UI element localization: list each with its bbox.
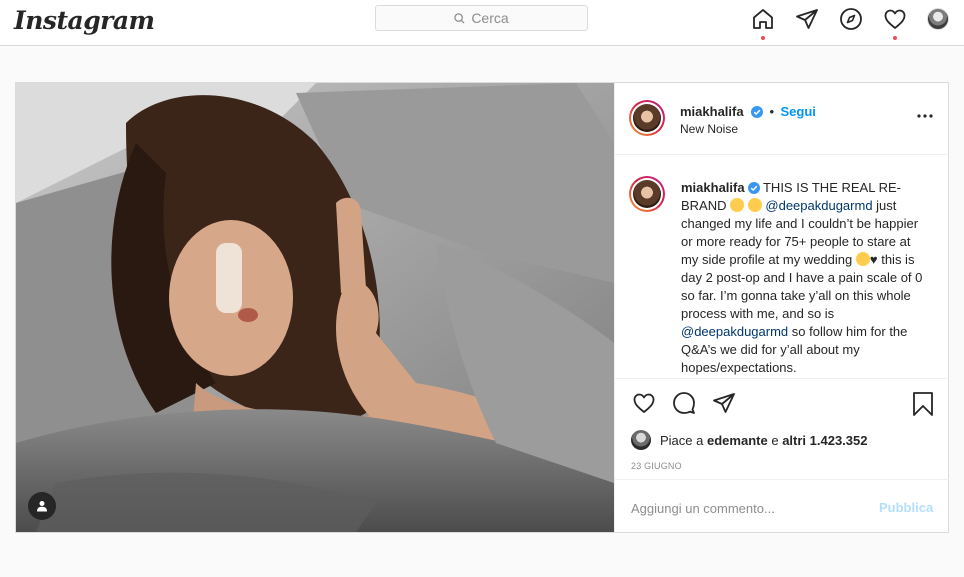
verified-badge-icon bbox=[751, 106, 764, 118]
like-heart-icon[interactable] bbox=[631, 391, 657, 415]
explore-icon[interactable] bbox=[839, 7, 863, 31]
caption-mention[interactable]: @deepakdugarmd bbox=[765, 198, 872, 213]
crying-face-emoji-icon bbox=[730, 198, 745, 212]
instagram-logo[interactable]: Instagram bbox=[14, 6, 155, 35]
post-location[interactable]: New Noise bbox=[680, 122, 738, 136]
home-icon[interactable] bbox=[751, 7, 775, 31]
publish-comment-button[interactable]: Pubblica bbox=[879, 500, 933, 515]
author-username[interactable]: miakhalifa bbox=[680, 104, 744, 119]
comment-icon[interactable] bbox=[671, 391, 697, 415]
activity-notification-dot bbox=[893, 36, 897, 40]
follow-button[interactable]: Segui bbox=[781, 104, 816, 119]
post-header: miakhalifa • Segui New Noise bbox=[615, 83, 949, 155]
caption-username[interactable]: miakhalifa bbox=[681, 180, 745, 195]
likes-count-link[interactable]: altri 1.423.352 bbox=[782, 433, 867, 448]
likes-middle: e bbox=[771, 432, 779, 448]
likes-prefix: Piace a bbox=[660, 432, 704, 448]
verified-badge-icon bbox=[747, 182, 760, 194]
share-icon[interactable] bbox=[711, 391, 737, 415]
save-bookmark-icon[interactable] bbox=[911, 391, 935, 417]
home-notification-dot bbox=[761, 36, 765, 40]
liker-avatar[interactable] bbox=[631, 430, 651, 450]
post-image[interactable] bbox=[16, 83, 614, 532]
caption-author-avatar[interactable] bbox=[629, 176, 665, 212]
post-card: miakhalifa • Segui New Noise miakhalifa bbox=[15, 82, 949, 533]
caption-scroll-area[interactable]: miakhalifa THIS IS THE REAL RE-BRAND @de… bbox=[615, 155, 949, 377]
post-photo-illustration bbox=[16, 83, 614, 532]
grinning-face-emoji-icon bbox=[747, 198, 762, 212]
comment-form: Pubblica bbox=[615, 479, 949, 534]
liker-username[interactable]: edemante bbox=[707, 433, 768, 448]
caption-mention[interactable]: @deepakdugarmd bbox=[681, 324, 788, 339]
activity-heart-icon[interactable] bbox=[883, 7, 907, 31]
separator-dot: • bbox=[769, 104, 775, 119]
tagged-users-button[interactable] bbox=[28, 492, 56, 520]
post-actions: Piace a edemante e altri 1.423.352 23 GI… bbox=[615, 378, 949, 533]
post-date[interactable]: 23 GIUGNO bbox=[631, 461, 682, 471]
pleading-face-emoji-icon bbox=[855, 252, 870, 266]
post-side-panel: miakhalifa • Segui New Noise miakhalifa bbox=[614, 83, 949, 532]
search-placeholder: Cerca bbox=[471, 10, 509, 26]
direct-icon[interactable] bbox=[795, 7, 819, 31]
profile-avatar[interactable] bbox=[927, 8, 949, 30]
author-avatar[interactable] bbox=[629, 100, 665, 136]
likes-summary: Piace a edemante e altri 1.423.352 bbox=[631, 429, 867, 451]
author-line: miakhalifa • Segui bbox=[680, 103, 816, 121]
search-icon bbox=[454, 12, 465, 24]
top-navigation-bar: Instagram Cerca bbox=[0, 0, 964, 46]
search-input[interactable]: Cerca bbox=[375, 5, 588, 31]
black-heart-emoji-icon: ♥ bbox=[869, 252, 878, 267]
post-caption: miakhalifa THIS IS THE REAL RE-BRAND @de… bbox=[681, 179, 931, 377]
comment-input[interactable] bbox=[631, 498, 861, 518]
more-options-icon[interactable] bbox=[917, 113, 933, 119]
user-icon bbox=[37, 501, 47, 512]
